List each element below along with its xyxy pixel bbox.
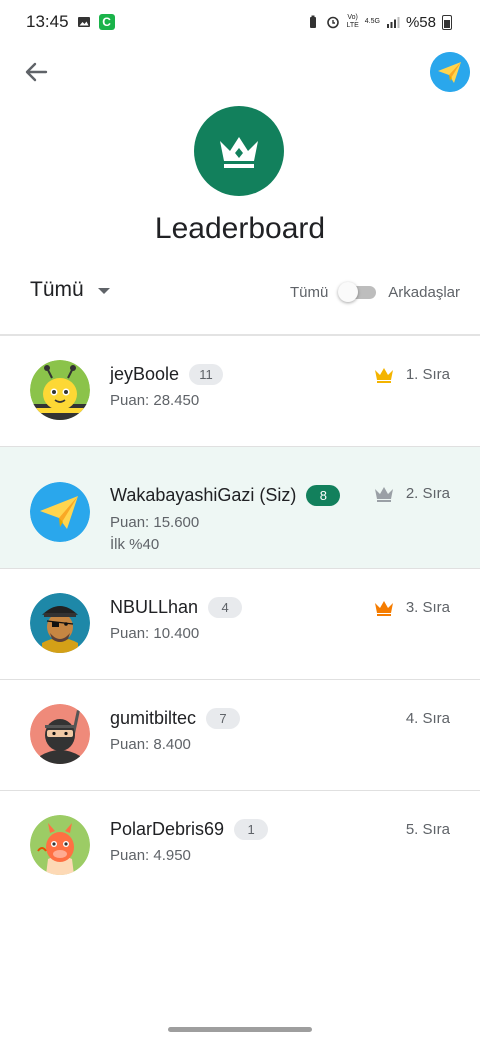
toggle-label-all: Tümü [289,283,329,301]
app-notification-icon: C [98,14,115,30]
rank-info: 1. Sıra [374,366,450,383]
gold-crown-icon [374,367,393,383]
rank-info: 5. Sıra [406,821,450,838]
paper-plane-icon [430,52,470,92]
rank-label: 4. Sıra [405,710,450,727]
rank-info: 4. Sıra [406,710,450,727]
player-name: PolarDebris69 [110,819,225,839]
name-line: WakabayashiGazi (Siz) 8 [110,485,341,506]
leaderboard-row-current-user[interactable]: WakabayashiGazi (Siz) 8 Puan: 15.600 İlk… [0,447,480,569]
player-name: jeyBoole [110,364,180,384]
bronze-crown-icon [374,600,393,616]
filter-dropdown[interactable]: Tümü [30,278,110,302]
carrier-label: Vo) LTE [346,14,358,30]
signal-icon [386,17,400,28]
player-score: Puan: 10.400 [110,625,200,642]
battery-saver-icon [310,15,317,28]
back-arrow-icon [25,62,48,82]
rank-label: 2. Sıra [405,485,450,502]
paper-plane-avatar [30,482,90,542]
network-label: 4.5G [364,18,380,25]
rank-info: 2. Sıra [374,485,450,502]
player-score: Puan: 28.450 [110,392,200,409]
name-line: NBULLhan 4 [110,597,243,618]
status-right: Vo) LTE 4.5G %58 [306,14,452,31]
friends-toggle-group: Tümü Arkadaşlar [290,280,460,304]
page-title: Leaderboard [154,212,326,245]
alarm-icon [327,16,340,29]
level-badge: 1 [234,819,269,840]
carrier-top: Vo) [347,14,358,21]
rank-label: 5. Sıra [405,821,450,838]
dragon-avatar [30,815,90,875]
home-indicator[interactable] [168,1027,312,1032]
level-badge: 4 [208,597,243,618]
ninja-avatar [30,704,90,764]
level-badge: 11 [189,364,224,385]
player-score: Puan: 4.950 [110,847,191,864]
player-score: Puan: 15.600 [110,514,200,531]
bee-avatar [30,360,90,420]
pirate-avatar [30,593,90,653]
leaderboard-list: jeyBoole 11 Puan: 28.450 1. Sıra Wakabay… [0,336,480,901]
leaderboard-row[interactable]: jeyBoole 11 Puan: 28.450 1. Sıra [0,336,480,447]
battery-percent: %58 [405,13,436,31]
carrier-bottom: LTE [346,22,359,29]
crown-icon [220,137,258,168]
name-line: gumitbiltec 7 [110,708,241,729]
name-line: jeyBoole 11 [110,364,224,385]
profile-avatar-button[interactable] [430,52,470,92]
toggle-label-friends: Arkadaşlar [388,283,460,301]
leaderboard-row[interactable]: gumitbiltec 7 Puan: 8.400 4. Sıra [0,680,480,791]
level-badge: 7 [206,708,241,729]
leaderboard-badge [194,106,284,196]
filter-dropdown-value: Tümü [30,278,84,301]
percentile-label: İlk %40 [110,536,160,553]
name-line: PolarDebris69 1 [110,819,269,840]
player-name: NBULLhan [110,597,199,617]
leaderboard-row[interactable]: NBULLhan 4 Puan: 10.400 3. Sıra [0,569,480,680]
player-score: Puan: 8.400 [110,736,191,753]
player-name: gumitbiltec [110,708,197,728]
status-left: 13:45 C [26,12,115,32]
gallery-icon [77,17,90,27]
level-badge: 8 [306,485,341,506]
back-button[interactable] [20,56,52,88]
silver-crown-icon [374,486,393,502]
status-time: 13:45 [26,12,69,31]
battery-icon [442,14,452,30]
status-bar: 13:45 C Vo) LTE 4.5G %58 [0,0,480,44]
caret-down-icon [97,288,110,294]
rank-label: 1. Sıra [405,366,450,383]
leaderboard-row[interactable]: PolarDebris69 1 Puan: 4.950 5. Sıra [0,791,480,901]
toggle-thumb [338,282,359,302]
friends-toggle-switch[interactable] [338,280,378,304]
rank-label: 3. Sıra [405,599,450,616]
player-name: WakabayashiGazi (Siz) [110,485,297,505]
rank-info: 3. Sıra [374,599,450,616]
